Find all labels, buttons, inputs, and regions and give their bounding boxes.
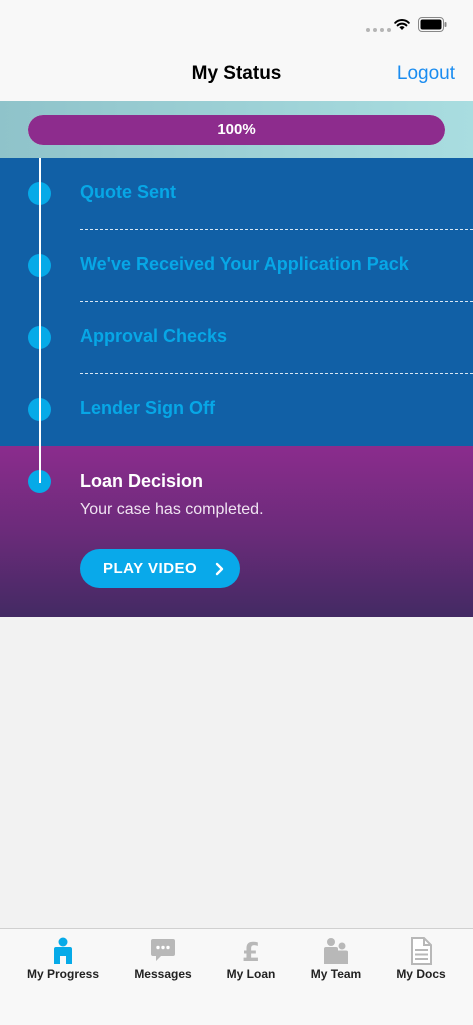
step-application-pack: We've Received Your Application Pack [0,230,473,302]
play-video-label: PLAY VIDEO [103,560,198,577]
logout-button[interactable]: Logout [397,63,455,85]
current-step-loan-decision: Loan Decision Your case has completed. P… [0,446,473,617]
wifi-icon [394,19,410,30]
step-label: Lender Sign Off [80,398,215,418]
tab-my-docs[interactable]: My Docs [376,929,466,989]
person-icon [54,937,72,964]
tab-label: My Progress [26,967,100,981]
step-label: Quote Sent [80,182,177,202]
current-step-subtitle: Your case has completed. [80,501,264,518]
tab-label: My Team [310,967,362,981]
battery-icon [418,17,447,32]
tab-messages[interactable]: Messages [118,929,208,989]
step-quote-sent: Quote Sent [0,158,473,230]
tab-bar: My Progress Messages £ My Loan My Team M… [0,928,473,1025]
current-step-title: Loan Decision [80,471,204,491]
progress-section: 100% [0,101,473,158]
tab-my-progress[interactable]: My Progress [18,929,108,989]
tab-label: My Loan [226,967,276,981]
step-approval-checks: Approval Checks [0,302,473,374]
cellular-signal-icon [366,28,391,32]
tab-my-loan[interactable]: £ My Loan [206,929,296,989]
pound-icon: £ [242,938,260,965]
navigation-bar: My Status Logout [0,50,473,102]
completed-steps-list: Quote Sent We've Received Your Applicati… [0,158,473,446]
play-video-button[interactable]: PLAY VIDEO [80,549,240,588]
tab-my-team[interactable]: My Team [291,929,381,989]
svg-text:£: £ [242,938,260,965]
tab-label: My Docs [396,967,446,981]
timeline-line [39,158,41,483]
progress-percentage: 100% [217,121,256,138]
document-icon [411,937,432,965]
progress-bar: 100% [28,115,445,145]
status-bar [0,0,473,50]
chat-bubble-icon [151,939,175,961]
tab-label: Messages [134,967,192,981]
team-icon [324,938,348,964]
step-label: Approval Checks [80,326,228,346]
step-label: We've Received Your Application Pack [80,254,409,274]
chevron-right-icon [215,562,224,576]
step-lender-sign-off: Lender Sign Off [0,374,473,446]
